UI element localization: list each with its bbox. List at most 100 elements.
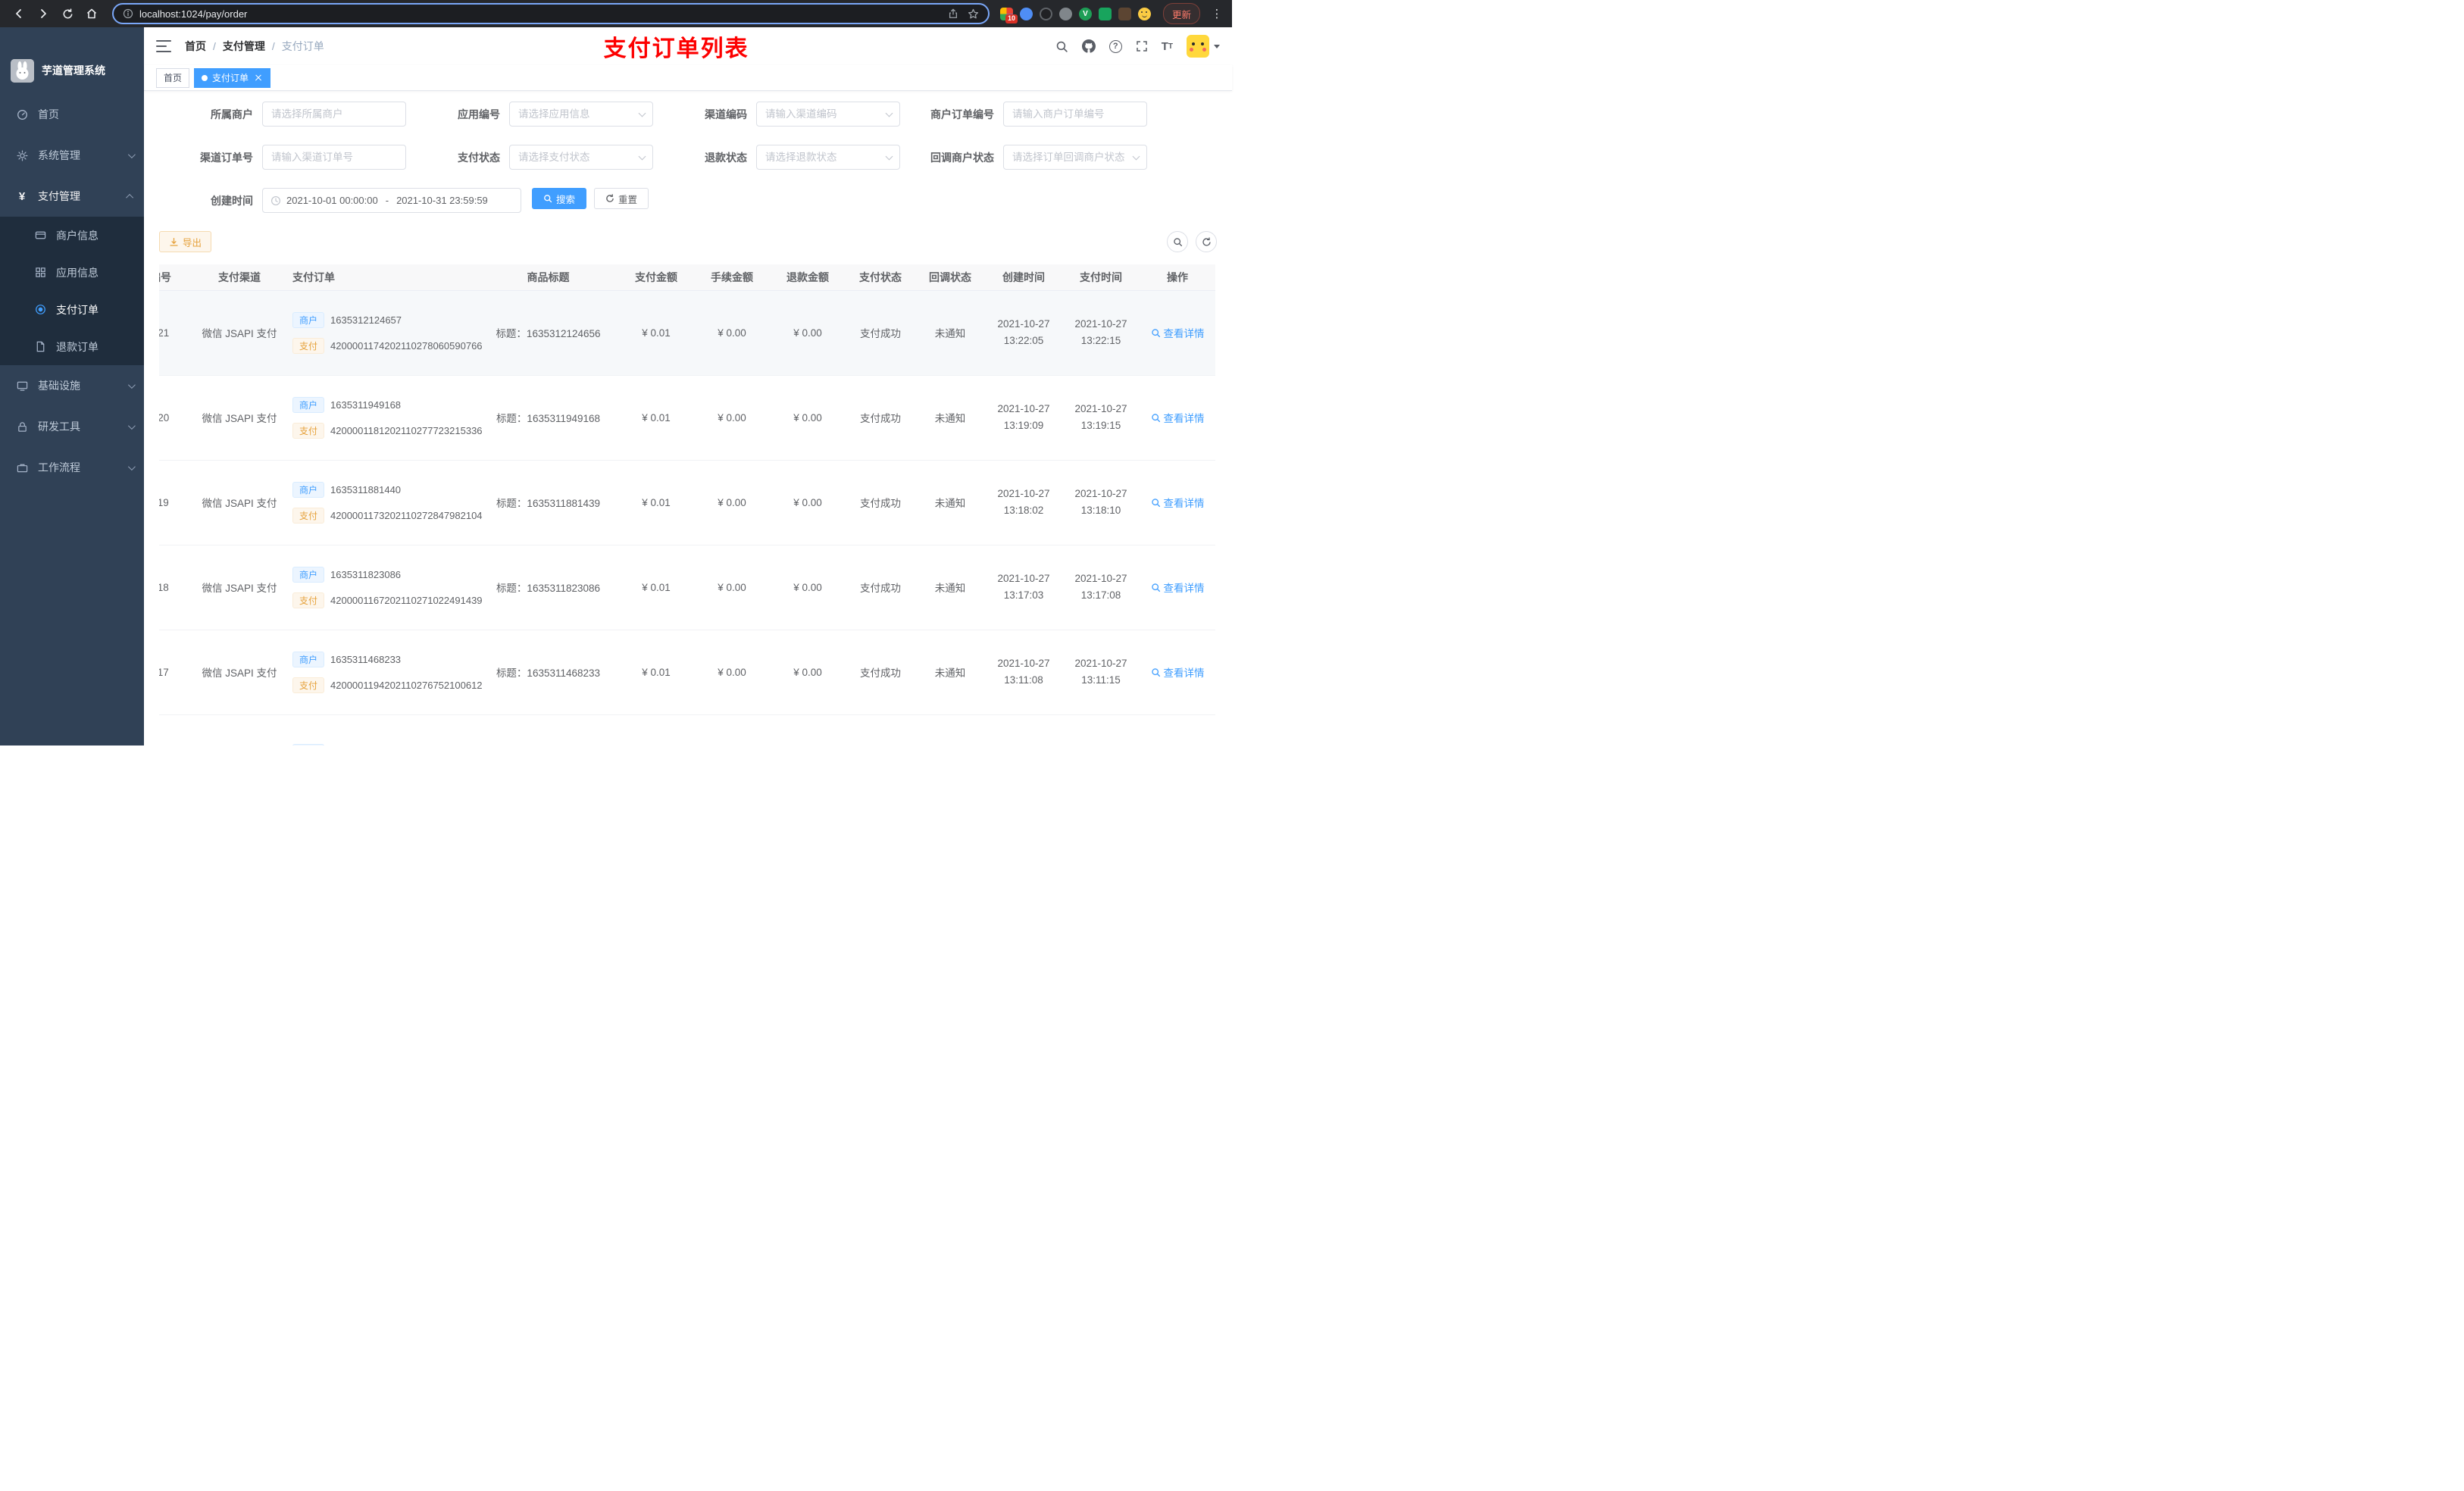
- pay-tag: 支付: [292, 592, 325, 608]
- chevron-down-icon: [127, 421, 136, 430]
- browser-menu-icon[interactable]: ⋮: [1211, 7, 1223, 20]
- merchant-order-input[interactable]: [1003, 102, 1147, 127]
- merchant-tag: 商户: [292, 566, 325, 583]
- merchant-tag: 商户: [292, 744, 325, 746]
- cell-notify: 未通知: [915, 545, 985, 630]
- breadcrumb-payment[interactable]: 支付管理: [223, 39, 265, 54]
- forward-button[interactable]: [33, 4, 53, 23]
- github-icon[interactable]: [1081, 39, 1096, 53]
- app-select[interactable]: [509, 102, 653, 127]
- notify-status-label: 回调商户状态: [930, 151, 994, 164]
- sidebar-item-payment[interactable]: ¥ 支付管理: [0, 176, 144, 217]
- table-row: 116 商户 1635311157136: [159, 714, 1215, 746]
- refresh-table-button[interactable]: [1196, 231, 1217, 252]
- tab-home[interactable]: 首页: [156, 67, 190, 88]
- table-row: 120 微信 JSAPI 支付 商户 1635311949168 支付 4200…: [159, 375, 1215, 461]
- back-button[interactable]: [9, 4, 29, 23]
- table-row: 117 微信 JSAPI 支付 商户 1635311468233 支付 4200…: [159, 630, 1215, 715]
- channel-order-label: 渠道订单号: [200, 151, 253, 164]
- export-button[interactable]: 导出: [159, 231, 212, 252]
- table-body: 121 微信 JSAPI 支付 商户 1635312124657 支付 4200…: [159, 290, 1215, 746]
- search-icon[interactable]: [1055, 40, 1068, 53]
- extension-emoji-icon[interactable]: [1137, 7, 1151, 20]
- table-row: 121 微信 JSAPI 支付 商户 1635312124657 支付 4200…: [159, 290, 1215, 376]
- reload-button[interactable]: [58, 4, 77, 23]
- sidebar-item-refund-order[interactable]: 退款订单: [0, 328, 144, 365]
- tags-view: 首页 支付订单: [144, 65, 1232, 91]
- refund-status-select[interactable]: [756, 145, 900, 170]
- sidebar-item-workflow[interactable]: 工作流程: [0, 447, 144, 488]
- sidebar-item-infra[interactable]: 基础设施: [0, 365, 144, 406]
- tab-pay-order[interactable]: 支付订单: [194, 67, 271, 88]
- site-info-icon[interactable]: [123, 8, 133, 19]
- cell-channel: [194, 714, 285, 746]
- hamburger-icon[interactable]: [156, 40, 171, 52]
- cell-notify: 未通知: [915, 290, 985, 376]
- view-detail-link[interactable]: 查看详情: [1151, 410, 1205, 425]
- share-icon[interactable]: [948, 8, 958, 19]
- extension-grid-icon[interactable]: 10: [999, 7, 1018, 23]
- extension-dark-icon[interactable]: [1039, 7, 1052, 20]
- font-size-icon[interactable]: TT: [1162, 40, 1173, 53]
- pay-status-select[interactable]: [509, 145, 653, 170]
- page: localhost:1024/pay/order 10 V 更新 ⋮ 芋道管理系…: [0, 0, 1232, 746]
- cell-id: 120: [159, 375, 194, 461]
- fullscreen-icon[interactable]: [1136, 40, 1148, 52]
- avatar[interactable]: [1187, 35, 1209, 58]
- app-label: 应用编号: [458, 108, 500, 120]
- channel-code-select[interactable]: [756, 102, 900, 127]
- browser-update-button[interactable]: 更新: [1162, 3, 1200, 24]
- extension-pin-icon[interactable]: [1118, 7, 1131, 20]
- sidebar-item-system[interactable]: 系统管理: [0, 135, 144, 176]
- orders-table: 编号支付渠道支付订单商品标题支付金额手续金额退款金额支付状态回调状态创建时间支付…: [159, 264, 1217, 746]
- toggle-search-button[interactable]: [1167, 231, 1188, 252]
- home-button[interactable]: [82, 4, 102, 23]
- create-time-range-picker[interactable]: 2021-10-01 00:00:00 - 2021-10-31 23:59:5…: [262, 188, 521, 213]
- notify-status-select[interactable]: [1003, 145, 1147, 170]
- magnifier-icon: [1151, 583, 1160, 592]
- merchant-input[interactable]: [262, 102, 406, 127]
- bookmark-star-icon[interactable]: [968, 8, 979, 20]
- sidebar-item-merchant-info[interactable]: 商户信息: [0, 217, 144, 254]
- view-detail-link[interactable]: 查看详情: [1151, 580, 1205, 595]
- view-detail-link[interactable]: 查看详情: [1151, 325, 1205, 340]
- merchant-tag: 商户: [292, 311, 325, 328]
- column-header: 退款金额: [770, 264, 846, 291]
- extension-blue-icon[interactable]: [1019, 7, 1033, 20]
- sidebar-item-home[interactable]: 首页: [0, 94, 144, 135]
- view-detail-link[interactable]: 查看详情: [1151, 495, 1205, 510]
- cell-title: 标题：1635311881439: [478, 460, 618, 545]
- cell-channel: 微信 JSAPI 支付: [194, 630, 285, 715]
- view-detail-label: 查看详情: [1163, 498, 1205, 509]
- search-button[interactable]: 搜索: [532, 188, 587, 209]
- column-header: 创建时间: [985, 264, 1062, 291]
- url-bar[interactable]: localhost:1024/pay/order: [112, 3, 990, 24]
- channel-order-input[interactable]: [262, 145, 406, 170]
- sidebar: 芋道管理系统 首页 系统管理 ¥ 支付管理 商户信息 应用信息 支付订单 退款订…: [0, 27, 144, 746]
- view-detail-label: 查看详情: [1163, 583, 1205, 594]
- help-icon[interactable]: ?: [1108, 39, 1122, 53]
- close-icon[interactable]: [254, 73, 263, 83]
- extension-green-icon[interactable]: V: [1078, 7, 1092, 20]
- view-detail-link[interactable]: 查看详情: [1151, 664, 1205, 680]
- breadcrumb-home[interactable]: 首页: [185, 39, 206, 54]
- sidebar-item-pay-order[interactable]: 支付订单: [0, 291, 144, 328]
- sidebar-item-app-info[interactable]: 应用信息: [0, 254, 144, 291]
- document-icon: [33, 341, 47, 352]
- pay-status-label: 支付状态: [458, 151, 500, 164]
- sidebar-item-dev-tools[interactable]: 研发工具: [0, 406, 144, 447]
- cell-amount: ¥ 0.01: [618, 545, 694, 630]
- table-row: 118 微信 JSAPI 支付 商户 1635311823086 支付 4200…: [159, 545, 1215, 630]
- cell-id: 116: [159, 714, 194, 746]
- extension-gray-icon[interactable]: [1058, 7, 1072, 20]
- column-header: 支付订单: [285, 264, 478, 291]
- extension-chat-icon[interactable]: [1098, 7, 1112, 20]
- cell-title: 标题：1635312124656: [478, 290, 618, 376]
- merchant-label: 所属商户: [211, 108, 253, 120]
- reset-button[interactable]: 重置: [594, 188, 649, 209]
- download-icon: [170, 237, 178, 246]
- cell-pay-time: 2021-10-27 13:17:08: [1062, 545, 1140, 630]
- user-menu[interactable]: [1187, 35, 1220, 58]
- cell-amount: ¥ 0.01: [618, 375, 694, 461]
- cell-action: 查看详情: [1140, 460, 1215, 545]
